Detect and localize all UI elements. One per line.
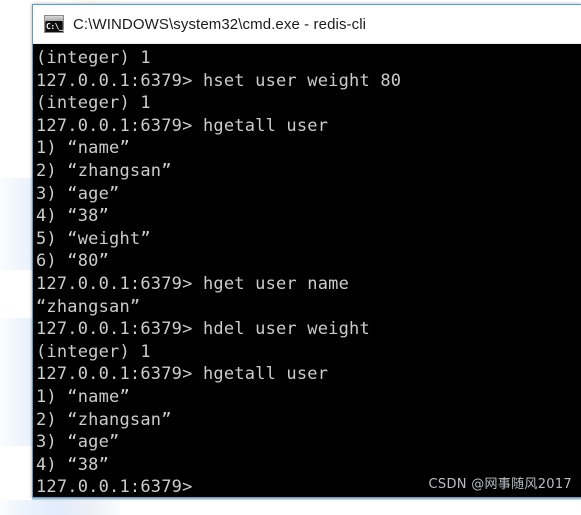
console-line: 2) “zhangsan”	[36, 409, 172, 430]
window-title: C:\WINDOWS\system32\cmd.exe - redis-cli	[73, 15, 367, 33]
console-line: 5) “weight”	[36, 228, 151, 249]
console-line: “zhangsan”	[36, 296, 141, 317]
console-line: 2) “zhangsan”	[36, 160, 172, 181]
console-line: (integer) 1	[36, 48, 151, 68]
cmd-icon: C:\_	[44, 15, 64, 33]
console-line: 127.0.0.1:6379> hgetall user	[36, 364, 329, 385]
watermark: CSDN @网事随风2017	[428, 477, 572, 492]
console-line: 3) “age”	[36, 432, 120, 453]
window-title-bar[interactable]: C:\_ C:\WINDOWS\system32\cmd.exe - redis…	[33, 5, 581, 44]
console-line: 1) “name”	[36, 386, 130, 407]
console-line: (integer) 1	[36, 93, 151, 114]
console-line: (integer) 1	[36, 341, 151, 362]
cmd-console-window[interactable]: C:\_ C:\WINDOWS\system32\cmd.exe - redis…	[32, 4, 581, 498]
background-band	[0, 500, 120, 515]
console-line: 6) “80”	[36, 251, 110, 272]
console-line: 127.0.0.1:6379> hgetall user	[36, 115, 329, 136]
cmd-icon-prompt: C:\_	[46, 21, 64, 32]
console-line: 127.0.0.1:6379> hdel user weight	[36, 319, 370, 340]
console-line: 3) “age”	[36, 183, 120, 204]
console-output-area[interactable]: (integer) 1 127.0.0.1:6379> hset user we…	[33, 44, 581, 497]
console-line: 4) “38”	[36, 206, 110, 227]
console-line: 127.0.0.1:6379> hget user name	[36, 273, 350, 294]
console-line: 127.0.0.1:6379> hset user weight 80	[36, 70, 402, 91]
console-line: 1) “name”	[36, 138, 130, 159]
